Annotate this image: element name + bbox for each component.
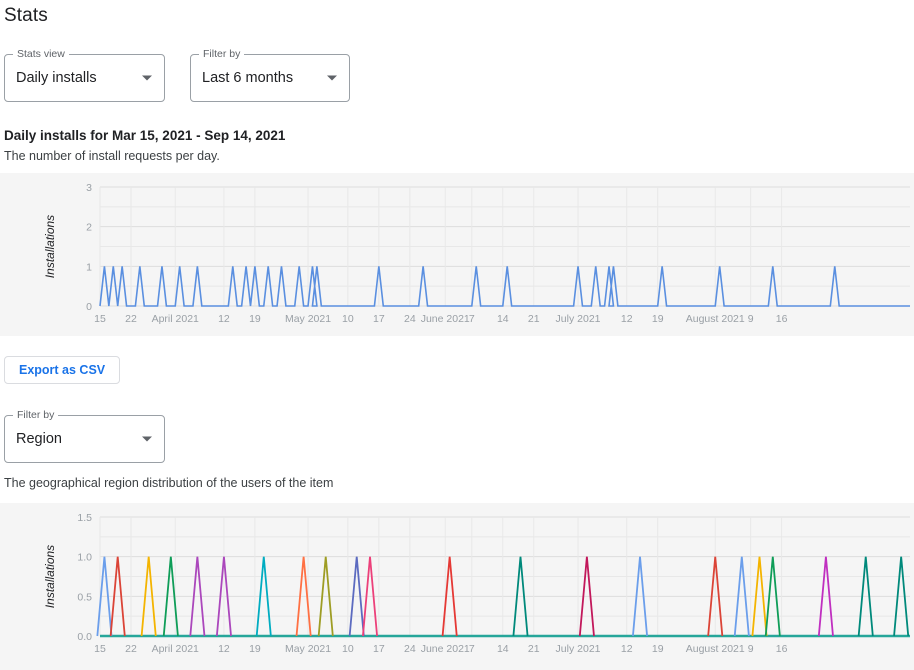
svg-text:June 2021: June 2021 (421, 643, 470, 655)
svg-text:Installations: Installations (43, 215, 57, 278)
svg-text:19: 19 (652, 643, 664, 655)
svg-text:14: 14 (497, 643, 509, 655)
svg-text:April 2021: April 2021 (152, 313, 199, 325)
region-filter-label: Filter by (13, 409, 58, 421)
stats-view-select[interactable]: Stats view Daily installs (4, 54, 165, 102)
svg-text:May 2021: May 2021 (285, 313, 331, 325)
svg-text:12: 12 (218, 313, 230, 325)
svg-text:19: 19 (652, 313, 664, 325)
svg-text:2: 2 (86, 222, 92, 234)
svg-text:July 2021: July 2021 (556, 313, 601, 325)
svg-text:0.5: 0.5 (77, 591, 92, 603)
svg-text:21: 21 (528, 313, 540, 325)
svg-text:0.0: 0.0 (77, 631, 92, 643)
stats-view-value: Daily installs (16, 70, 97, 86)
chevron-down-icon[interactable] (142, 76, 152, 81)
svg-text:3: 3 (86, 182, 92, 194)
stats-page: Stats Stats view Daily installs Filter b… (0, 0, 914, 670)
svg-text:7: 7 (469, 313, 475, 325)
svg-text:10: 10 (342, 643, 354, 655)
daily-installs-chart: 01231522April 20211219May 2021101724June… (0, 173, 914, 336)
daily-installs-plot: 01231522April 20211219May 2021101724June… (0, 173, 914, 336)
svg-text:16: 16 (776, 643, 788, 655)
svg-text:19: 19 (249, 643, 261, 655)
chevron-down-icon[interactable] (327, 76, 337, 81)
svg-text:7: 7 (469, 643, 475, 655)
chevron-down-icon[interactable] (142, 437, 152, 442)
svg-text:9: 9 (748, 643, 754, 655)
svg-text:August 2021: August 2021 (686, 313, 745, 325)
svg-text:9: 9 (748, 313, 754, 325)
svg-text:24: 24 (404, 313, 416, 325)
svg-text:22: 22 (125, 313, 137, 325)
svg-text:24: 24 (404, 643, 416, 655)
svg-text:15: 15 (94, 313, 106, 325)
svg-text:1.0: 1.0 (77, 552, 92, 564)
svg-text:June 2021: June 2021 (421, 313, 470, 325)
svg-text:12: 12 (218, 643, 230, 655)
svg-text:May 2021: May 2021 (285, 643, 331, 655)
svg-text:August 2021: August 2021 (686, 643, 745, 655)
region-distribution-chart: 0.0 0.5 1.0 1.5 15 22 April 2021 12 19 May 2021 10… (0, 503, 914, 670)
period-filter-value: Last 6 months (202, 70, 293, 86)
stats-view-label: Stats view (13, 48, 69, 60)
svg-text:12: 12 (621, 313, 633, 325)
region-filter-value: Region (16, 431, 62, 447)
page-title: Stats (4, 5, 48, 27)
daily-installs-heading: Daily installs for Mar 15, 2021 - Sep 14… (4, 128, 285, 143)
svg-text:1: 1 (86, 261, 92, 273)
svg-text:22: 22 (125, 643, 137, 655)
svg-text:10: 10 (342, 313, 354, 325)
svg-text:14: 14 (497, 313, 509, 325)
svg-text:15: 15 (94, 643, 106, 655)
svg-text:0: 0 (86, 301, 92, 313)
svg-text:16: 16 (776, 313, 788, 325)
region-distribution-subtitle: The geographical region distribution of … (4, 476, 333, 490)
svg-text:April 2021: April 2021 (152, 643, 199, 655)
export-csv-button[interactable]: Export as CSV (4, 356, 120, 384)
svg-text:July 2021: July 2021 (556, 643, 601, 655)
svg-text:12: 12 (621, 643, 633, 655)
svg-text:17: 17 (373, 313, 385, 325)
region-distribution-plot: 0.0 0.5 1.0 1.5 15 22 April 2021 12 19 May 2021 10… (0, 503, 914, 670)
svg-text:19: 19 (249, 313, 261, 325)
svg-text:1.5: 1.5 (77, 512, 92, 524)
period-filter-label: Filter by (199, 48, 244, 60)
period-filter-select[interactable]: Filter by Last 6 months (190, 54, 350, 102)
svg-text:17: 17 (373, 643, 385, 655)
region-filter-select[interactable]: Filter by Region (4, 415, 165, 463)
daily-installs-subtitle: The number of install requests per day. (4, 149, 220, 163)
svg-text:Installations: Installations (43, 545, 57, 608)
svg-text:21: 21 (528, 643, 540, 655)
